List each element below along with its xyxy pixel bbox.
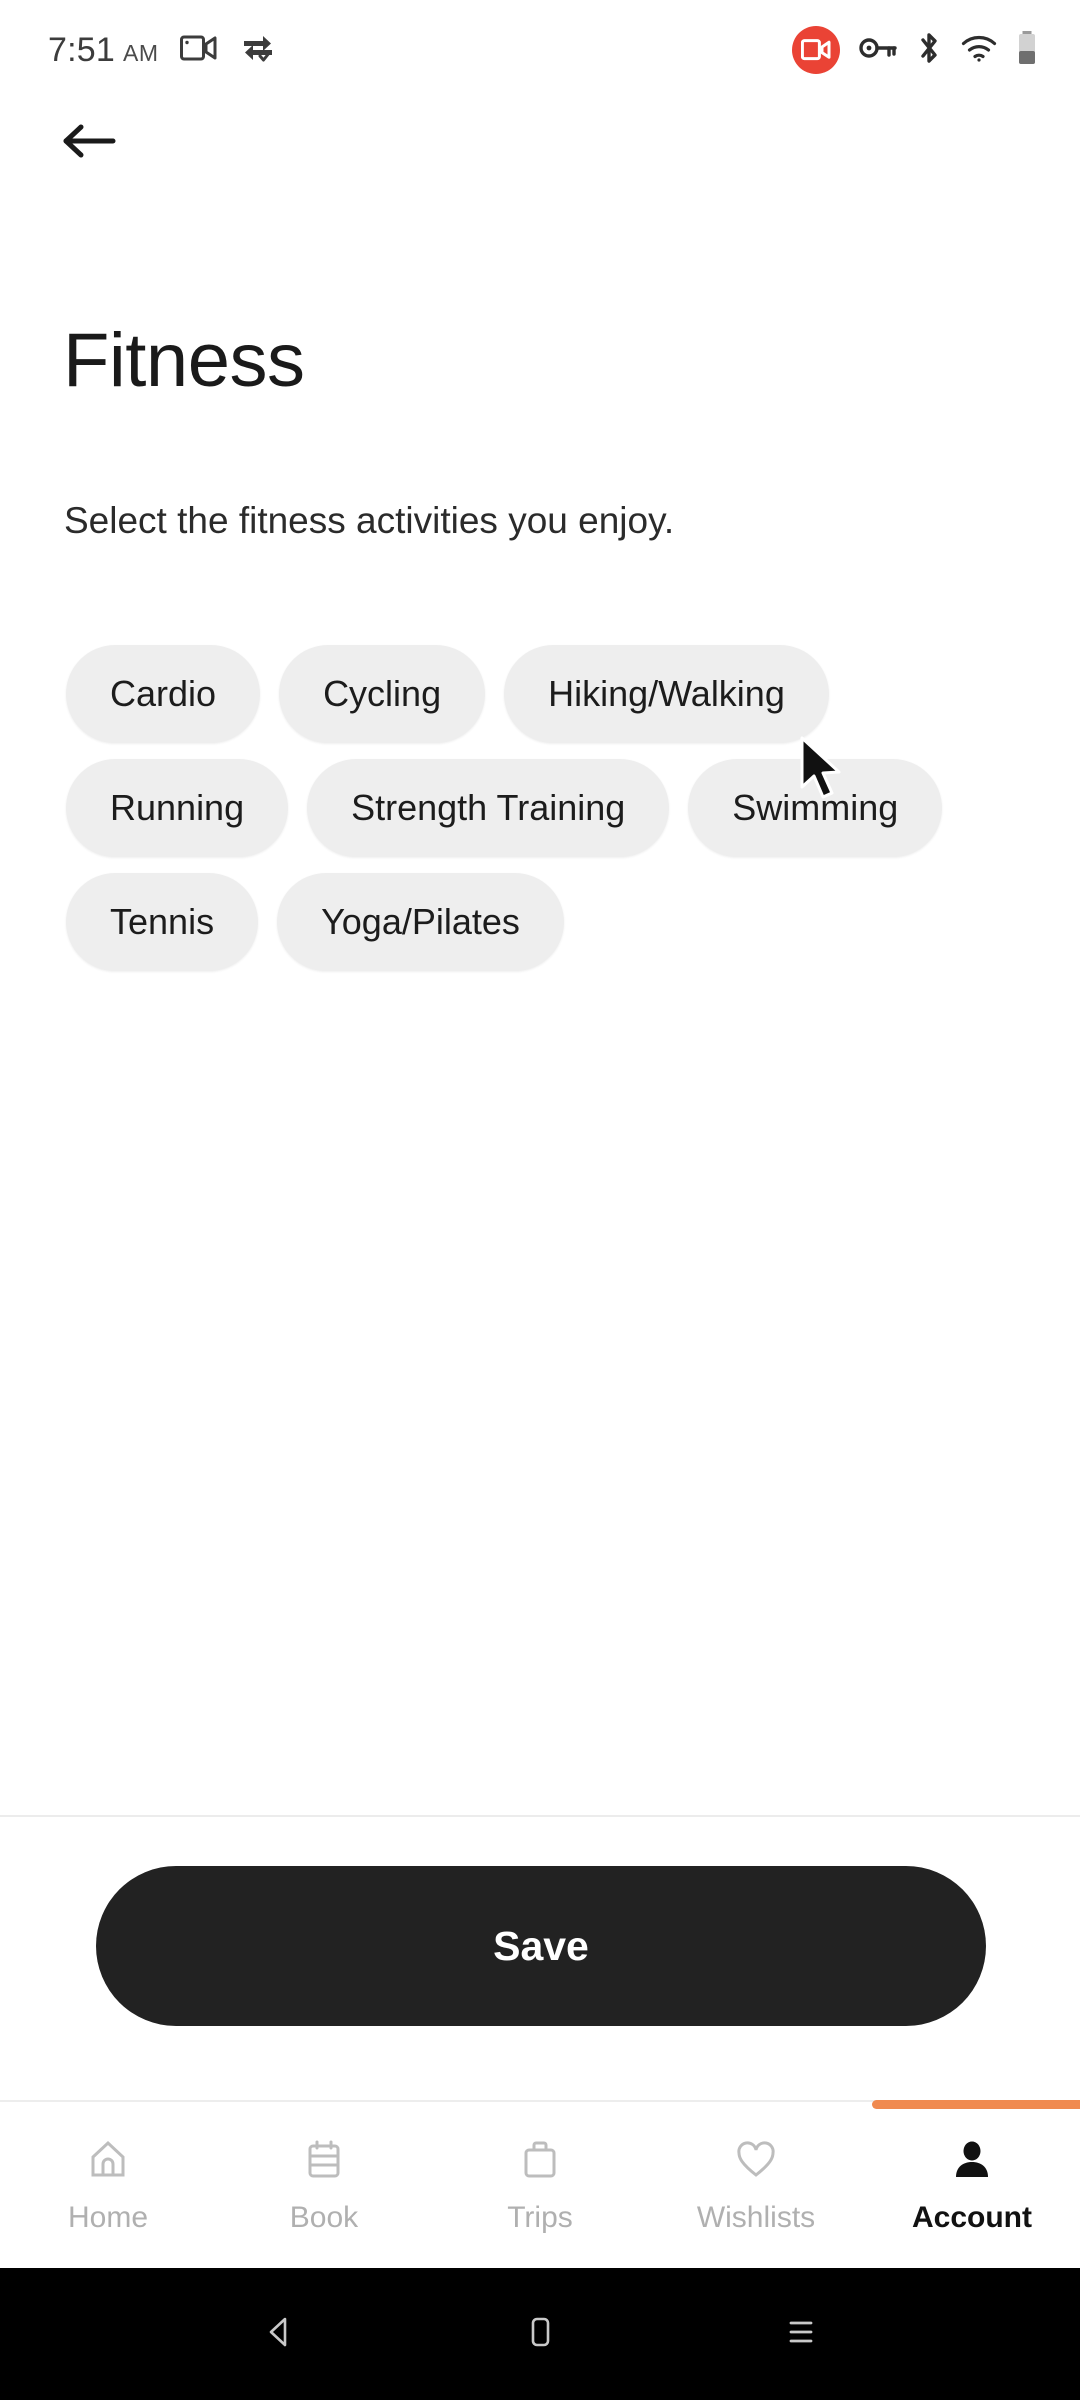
chip-label: Swimming [732, 787, 899, 828]
status-clock-time: 7:51 [48, 30, 115, 69]
video-camera-icon [180, 33, 218, 68]
tab-label: Home [67, 2201, 149, 2234]
screen-record-badge-icon [792, 26, 840, 74]
back-button[interactable] [46, 100, 132, 186]
rounded-square-home-icon[interactable] [519, 2311, 561, 2358]
tab-account[interactable]: Account [864, 2100, 1080, 2268]
tab-trips[interactable]: Trips [432, 2102, 648, 2268]
chip-tennis[interactable]: Tennis [66, 873, 259, 971]
chip-running[interactable]: Running [66, 759, 289, 857]
status-bar-left: 7:51 AM [48, 31, 276, 70]
calendar-icon [300, 2135, 348, 2188]
chip-label: Strength Training [351, 787, 626, 828]
fitness-activity-chip-group: Cardio Cycling Hiking/Walking Running Streng… [66, 645, 1016, 971]
status-bar: 7:51 AM [0, 0, 1080, 100]
chip-label: Tennis [110, 901, 215, 942]
bottom-tab-bar: Home Book Trips Wishlists Account [0, 2100, 1080, 2268]
tab-wishlists[interactable]: Wishlists [648, 2102, 864, 2268]
suitcase-icon [516, 2135, 564, 2188]
chip-label: Running [110, 787, 245, 828]
heart-icon [732, 2135, 780, 2188]
status-clock: 7:51 AM [48, 31, 158, 70]
triangle-back-icon[interactable] [259, 2311, 301, 2358]
status-clock-ampm: AM [122, 39, 159, 66]
active-tab-indicator [872, 2100, 1080, 2109]
tab-label: Account [912, 2201, 1032, 2234]
bluetooth-icon [916, 31, 942, 70]
person-icon [948, 2135, 996, 2188]
chip-cardio[interactable]: Cardio [66, 645, 261, 743]
status-bar-right [792, 26, 1038, 74]
chip-swimming[interactable]: Swimming [688, 759, 943, 857]
chip-label: Yoga/Pilates [321, 901, 520, 942]
app-screen: 7:51 AM Fitness Select the fitness activ… [0, 0, 1080, 2400]
home-icon [84, 2135, 132, 2188]
chip-cycling[interactable]: Cycling [279, 645, 486, 743]
tab-label: Wishlists [696, 2201, 816, 2234]
tab-home[interactable]: Home [0, 2102, 216, 2268]
page-title: Fitness [63, 318, 305, 403]
chip-hiking-walking[interactable]: Hiking/Walking [504, 645, 829, 743]
chip-yoga-pilates[interactable]: Yoga/Pilates [277, 873, 564, 971]
arrow-left-icon [61, 121, 117, 166]
chip-label: Cycling [323, 673, 442, 714]
vpn-key-icon [859, 36, 897, 65]
menu-lines-icon[interactable] [779, 2311, 821, 2358]
tab-label: Trips [507, 2201, 573, 2234]
wifi-icon [961, 34, 997, 67]
page-subtitle: Select the fitness activities you enjoy. [64, 500, 675, 541]
battery-icon [1016, 30, 1038, 71]
footer-divider [0, 1815, 1080, 1817]
chip-strength-training[interactable]: Strength Training [307, 759, 670, 857]
tab-book[interactable]: Book [216, 2102, 432, 2268]
save-button[interactable]: Save [96, 1866, 986, 2026]
chip-label: Cardio [110, 673, 217, 714]
tab-label: Book [289, 2201, 359, 2234]
data-transfer-icon [240, 31, 276, 70]
chip-label: Hiking/Walking [548, 673, 785, 714]
system-navigation-bar [0, 2268, 1080, 2400]
